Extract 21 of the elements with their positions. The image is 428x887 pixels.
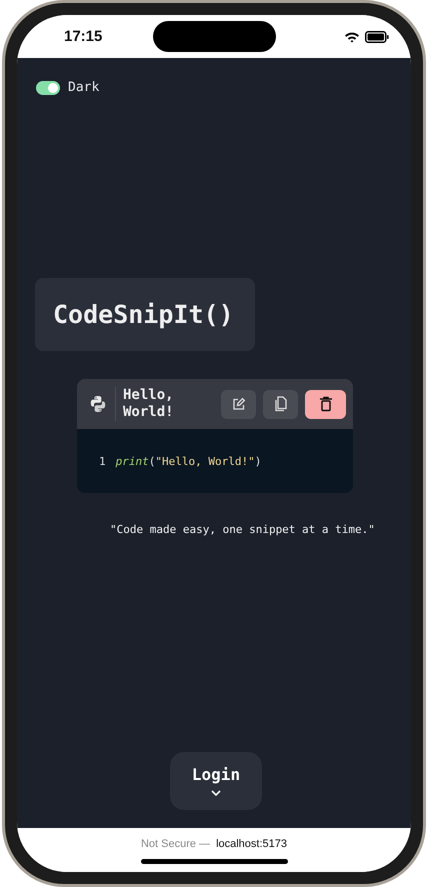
delete-button[interactable] [305, 390, 346, 418]
battery-icon [365, 30, 389, 42]
security-label: Not Secure — [140, 838, 210, 850]
wifi-icon [344, 30, 360, 42]
chevron-down-icon [211, 790, 221, 797]
edit-button[interactable] [221, 390, 256, 418]
code-line: print("Hello, World!") [116, 455, 262, 468]
theme-toggle[interactable] [36, 80, 60, 94]
trash-icon [318, 396, 332, 412]
copy-button[interactable] [263, 390, 298, 418]
python-icon [89, 395, 107, 413]
copy-icon [274, 396, 288, 412]
snippet-title: Hello, World! [123, 386, 175, 422]
toggle-label: Dark [68, 80, 100, 95]
url-text[interactable]: localhost:5173 [216, 838, 288, 850]
tagline: "Code made easy, one snippet at a time." [110, 523, 376, 536]
edit-icon [232, 397, 246, 411]
line-number: 1 [99, 455, 106, 468]
app-logo: CodeSnipIt() [35, 278, 255, 351]
login-button[interactable]: Login [170, 752, 262, 810]
status-time: 17:15 [64, 28, 102, 45]
